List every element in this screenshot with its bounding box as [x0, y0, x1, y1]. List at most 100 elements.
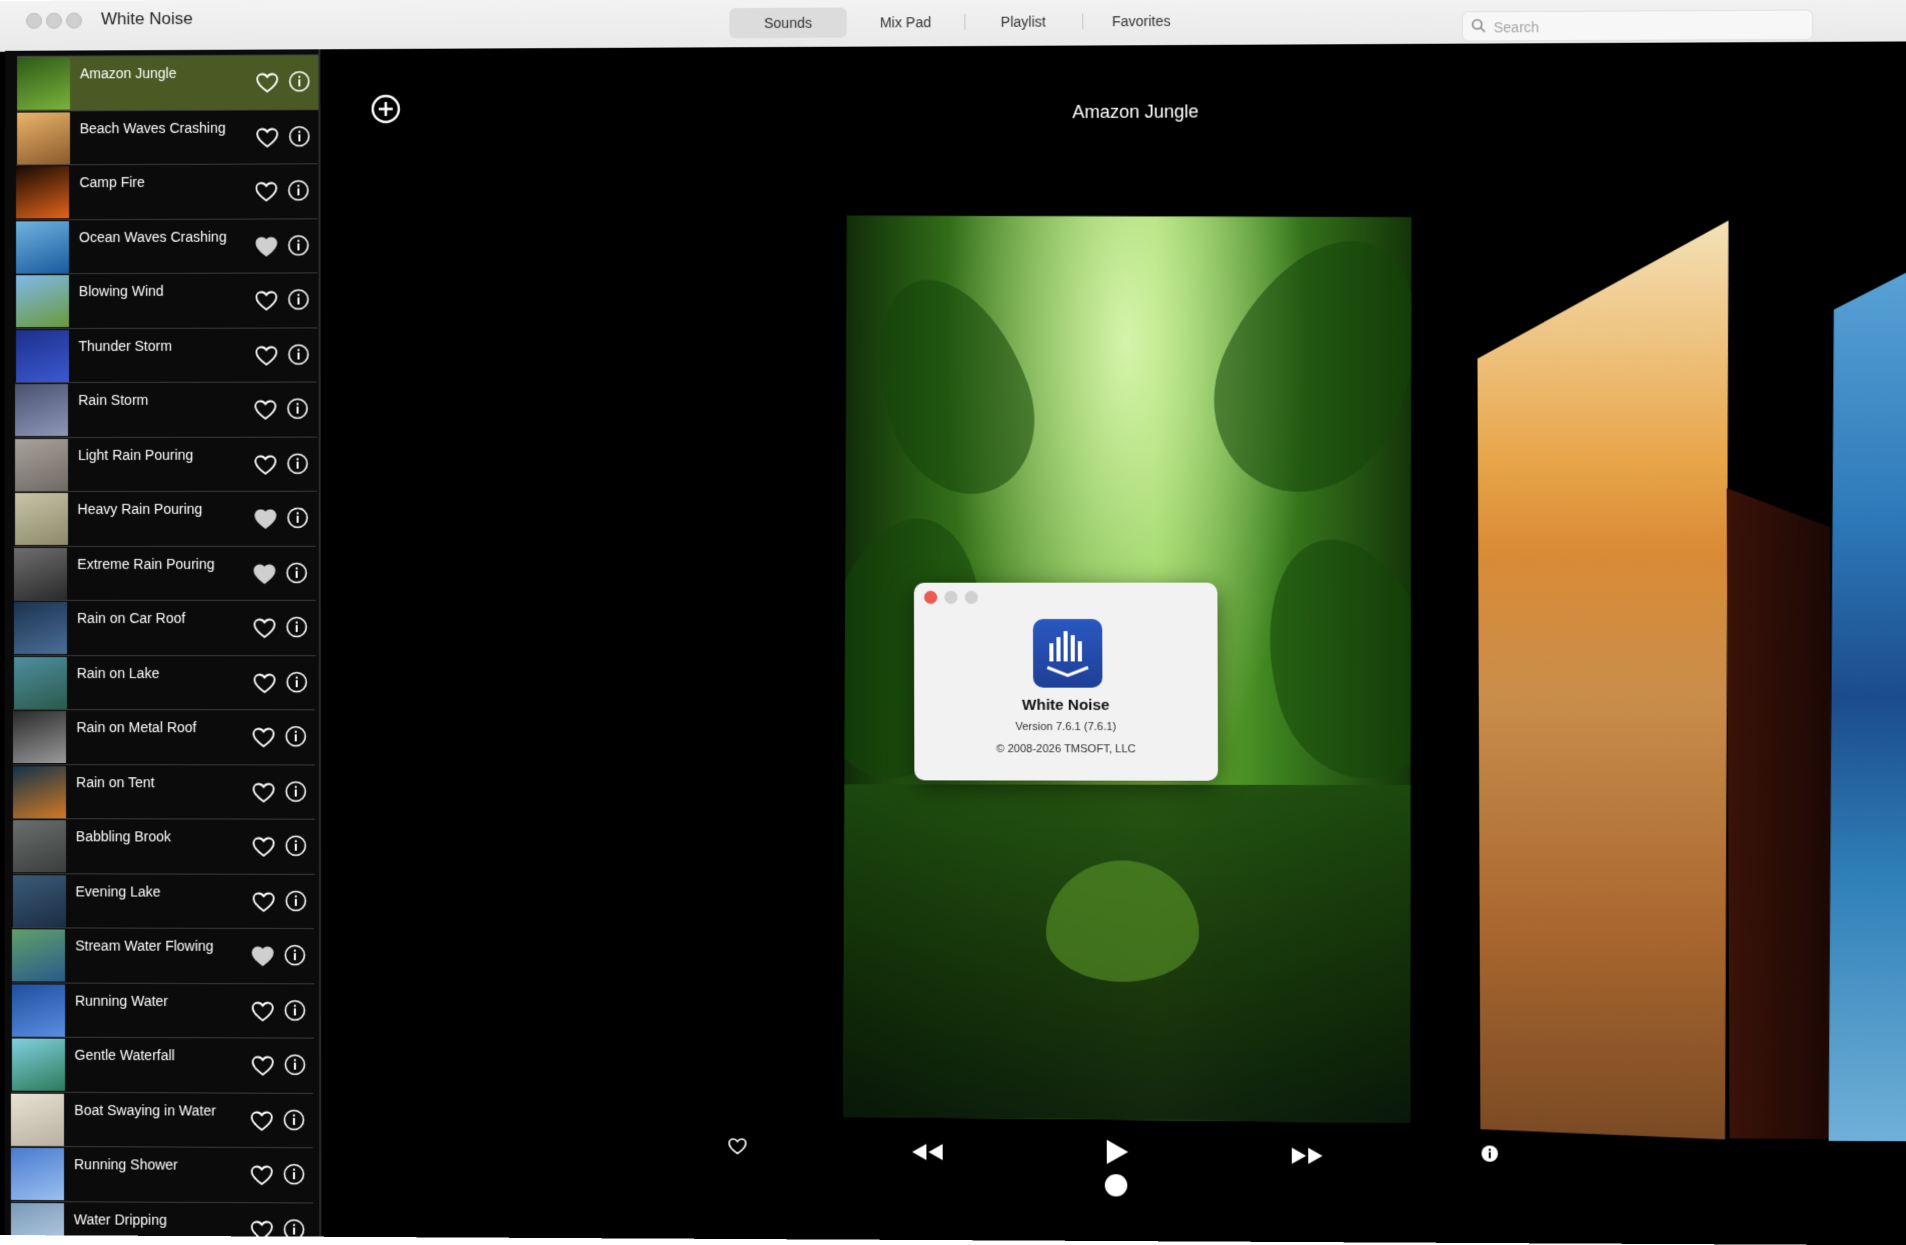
heart-icon[interactable] — [254, 290, 278, 312]
about-zoom-button[interactable] — [965, 591, 978, 604]
heart-icon[interactable] — [255, 126, 279, 148]
zoom-window-button[interactable] — [66, 13, 82, 29]
info-circle-icon[interactable] — [285, 671, 307, 693]
search-icon — [1471, 18, 1485, 32]
info-circle-icon[interactable] — [287, 343, 309, 365]
sound-thumbnail — [13, 766, 66, 818]
sound-artwork-next[interactable] — [1477, 221, 1733, 1140]
heart-icon[interactable] — [250, 1164, 274, 1186]
info-circle-icon[interactable] — [283, 1054, 305, 1076]
sound-list-item[interactable]: Running Water — [12, 982, 314, 1038]
heart-icon[interactable] — [254, 344, 278, 366]
sound-artwork-next-3[interactable] — [1824, 256, 1906, 1141]
sound-list-item[interactable]: Running Shower — [11, 1146, 313, 1203]
info-circle-icon[interactable] — [286, 561, 308, 583]
sound-thumbnail — [15, 493, 68, 545]
sound-list-item[interactable]: Camp Fire — [16, 163, 317, 219]
tab-playlist[interactable]: Playlist — [964, 6, 1082, 37]
sound-artwork-next-2[interactable] — [1727, 488, 1833, 1139]
info-circle-icon[interactable] — [283, 1163, 305, 1185]
sound-list-item-label: Water Dripping — [74, 1211, 167, 1228]
heart-icon[interactable] — [252, 672, 276, 694]
play-icon[interactable] — [1104, 1138, 1131, 1166]
info-circle-icon[interactable] — [284, 999, 306, 1021]
sound-list-item[interactable]: Rain on Car Roof — [14, 600, 316, 655]
info-circle-icon[interactable] — [285, 835, 307, 857]
info-circle-icon[interactable] — [285, 780, 307, 802]
sound-list-item[interactable]: Stream Water Flowing — [12, 927, 314, 983]
info-circle-icon[interactable] — [288, 234, 310, 256]
heart-icon[interactable] — [254, 399, 278, 421]
sound-list-item[interactable]: Babbling Brook — [13, 818, 315, 874]
tab-sounds[interactable]: Sounds — [729, 8, 846, 39]
heart-icon[interactable] — [251, 890, 275, 912]
info-circle-icon[interactable] — [286, 616, 308, 638]
info-circle-icon[interactable] — [286, 452, 308, 474]
sound-list-item[interactable]: Rain on Tent — [13, 764, 315, 820]
playback-position-knob[interactable] — [1105, 1174, 1128, 1196]
info-circle-icon[interactable] — [286, 507, 308, 529]
heart-icon[interactable] — [253, 562, 277, 584]
sound-list-item[interactable]: Water Dripping — [11, 1200, 313, 1236]
heart-icon[interactable] — [254, 235, 278, 257]
sound-list-item[interactable]: Light Rain Pouring — [15, 436, 317, 491]
heart-icon[interactable] — [251, 945, 275, 967]
minimize-window-button[interactable] — [46, 13, 62, 29]
info-circle-icon[interactable] — [284, 944, 306, 966]
plus-circle-icon[interactable] — [371, 94, 401, 124]
search-input[interactable] — [1492, 14, 1804, 40]
about-close-button[interactable] — [924, 591, 937, 604]
info-circle-icon[interactable] — [284, 889, 306, 911]
sound-list-item[interactable]: Gentle Waterfall — [12, 1037, 314, 1093]
sound-list-item[interactable]: Heavy Rain Pouring — [15, 491, 317, 546]
about-minimize-button[interactable] — [944, 591, 957, 604]
heart-icon[interactable] — [250, 1054, 274, 1076]
sound-list-item-label: Light Rain Pouring — [78, 446, 193, 462]
sound-list-item[interactable]: Beach Waves Crashing — [17, 109, 318, 165]
heart-icon[interactable] — [250, 1109, 274, 1131]
heart-icon[interactable] — [255, 180, 279, 202]
sound-list-item-label: Running Water — [75, 992, 168, 1008]
sound-list-item-label: Gentle Waterfall — [75, 1047, 175, 1063]
sound-list-item[interactable]: Rain Storm — [15, 382, 317, 438]
heart-icon[interactable] — [252, 781, 276, 803]
heart-icon[interactable] — [253, 453, 277, 475]
sound-thumbnail — [14, 547, 67, 599]
heart-icon[interactable] — [727, 1137, 747, 1155]
info-circle-icon[interactable] — [1480, 1144, 1499, 1162]
rewind-icon[interactable] — [910, 1142, 945, 1162]
heart-icon[interactable] — [252, 617, 276, 639]
sound-list-item-label: Boat Swaying in Water — [74, 1101, 216, 1118]
fast-forward-icon[interactable] — [1290, 1146, 1325, 1166]
sound-list-item[interactable]: Rain on Lake — [14, 655, 316, 710]
heart-icon[interactable] — [251, 836, 275, 858]
info-circle-icon[interactable] — [285, 725, 307, 747]
sound-list-item-label: Rain on Metal Roof — [76, 719, 196, 735]
close-window-button[interactable] — [26, 13, 42, 29]
heart-icon[interactable] — [255, 71, 279, 93]
info-circle-icon[interactable] — [287, 398, 309, 420]
info-circle-icon[interactable] — [288, 125, 310, 147]
heart-icon[interactable] — [251, 1000, 275, 1022]
sound-list-item[interactable]: Boat Swaying in Water — [11, 1091, 313, 1148]
sound-list-item[interactable]: Rain on Metal Roof — [13, 709, 315, 764]
sound-list-item[interactable]: Blowing Wind — [16, 272, 318, 328]
sound-list-item[interactable]: Extreme Rain Pouring — [14, 545, 316, 600]
info-circle-icon[interactable] — [283, 1108, 305, 1130]
heart-icon[interactable] — [249, 1219, 273, 1237]
sound-thumbnail — [16, 221, 69, 273]
info-circle-icon[interactable] — [288, 179, 310, 201]
sound-thumbnail — [12, 1039, 65, 1091]
tab-favorites[interactable]: Favorites — [1082, 6, 1200, 37]
heart-icon[interactable] — [253, 508, 277, 530]
sound-list-item[interactable]: Thunder Storm — [16, 327, 318, 383]
search-box[interactable] — [1462, 10, 1813, 42]
info-circle-icon[interactable] — [287, 288, 309, 310]
sound-list-item-label: Rain Storm — [78, 392, 148, 408]
info-circle-icon[interactable] — [288, 70, 310, 92]
heart-icon[interactable] — [252, 726, 276, 748]
sound-list-item[interactable]: Ocean Waves Crashing — [16, 218, 318, 274]
tab-mix-pad[interactable]: Mix Pad — [847, 7, 965, 38]
sound-list-item[interactable]: Amazon Jungle — [17, 54, 318, 110]
sound-list-item[interactable]: Evening Lake — [12, 873, 314, 929]
